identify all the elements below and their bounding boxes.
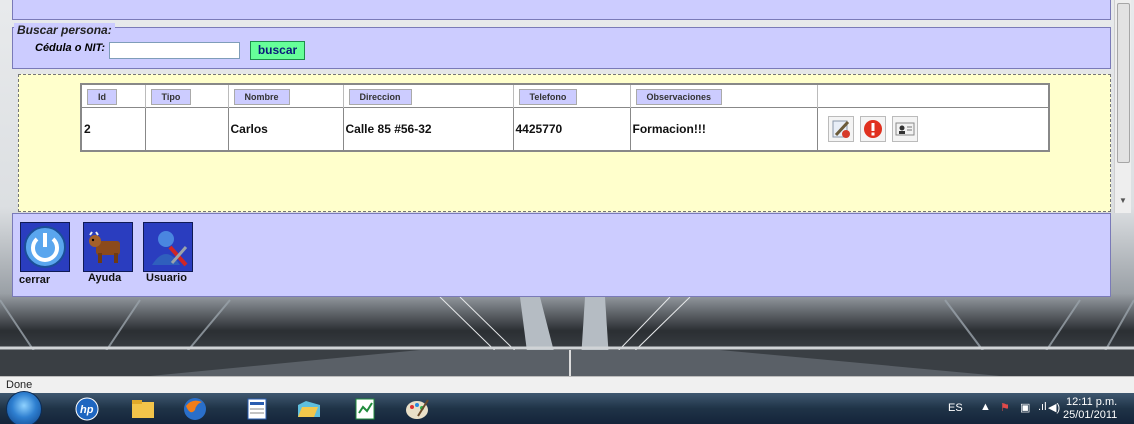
edit-icon[interactable] xyxy=(827,115,854,142)
user-tools-icon xyxy=(152,231,188,267)
action-center-icon[interactable]: ⚑ xyxy=(1000,401,1010,414)
spreadsheet-icon[interactable] xyxy=(340,395,390,422)
windows-taskbar: hp ES ▲ ⚑ ▣ .ıl ◀) 12:11 p.m. 25/01/2011 xyxy=(0,391,1134,424)
status-text: Done xyxy=(6,379,33,391)
scroll-down-arrow[interactable]: ▼ xyxy=(1119,196,1127,205)
table-header-row: Id Tipo Nombre Direccion Telefono Observ… xyxy=(80,84,1049,108)
col-header-nombre[interactable]: Nombre xyxy=(227,84,343,108)
cell-tipo xyxy=(144,107,229,151)
cell-nombre: Carlos xyxy=(227,107,344,151)
help-button[interactable] xyxy=(83,222,133,272)
scrollbar-thumb[interactable] xyxy=(1117,3,1130,163)
language-indicator[interactable]: ES xyxy=(948,402,963,414)
close-label: cerrar xyxy=(19,274,51,286)
cell-telefono: 4425770 xyxy=(512,107,631,151)
browser-status-bar: Done xyxy=(0,376,1134,393)
svg-text:hp: hp xyxy=(80,404,94,416)
network-icon[interactable]: ▣ xyxy=(1020,401,1030,414)
firefox-icon[interactable] xyxy=(170,395,220,422)
word-icon[interactable] xyxy=(232,395,282,422)
file-explorer-icon[interactable] xyxy=(118,395,168,422)
contact-card-icon[interactable] xyxy=(891,115,918,142)
power-icon xyxy=(24,226,66,268)
col-header-tipo[interactable]: Tipo xyxy=(144,84,228,108)
col-header-actions xyxy=(816,84,1049,108)
start-orb-icon[interactable] xyxy=(6,391,42,424)
close-button[interactable] xyxy=(20,222,70,272)
cell-actions xyxy=(816,107,1050,151)
id-input[interactable] xyxy=(109,42,240,59)
search-button[interactable]: buscar xyxy=(250,41,305,60)
user-label: Usuario xyxy=(146,272,187,284)
col-header-id[interactable]: Id xyxy=(80,84,145,108)
results-table: Id Tipo Nombre Direccion Telefono Observ… xyxy=(80,83,1050,152)
clock-date[interactable]: 25/01/2011 xyxy=(1063,409,1117,421)
header-strip xyxy=(12,0,1111,20)
table-row: 2 Carlos Calle 85 #56-32 4425770 Formaci… xyxy=(80,107,1050,151)
hp-icon[interactable]: hp xyxy=(62,395,112,422)
vertical-scrollbar[interactable]: ▼ xyxy=(1114,0,1131,213)
cell-id: 2 xyxy=(80,107,146,151)
volume-icon[interactable]: ◀) xyxy=(1048,401,1060,414)
cell-direccion: Calle 85 #56-32 xyxy=(342,107,514,151)
cow-icon xyxy=(89,231,120,263)
signal-icon[interactable]: .ıl xyxy=(1038,401,1047,413)
clock-time[interactable]: 12:11 p.m. xyxy=(1066,396,1117,408)
user-button[interactable] xyxy=(143,222,193,272)
id-label: Cédula o NIT: xyxy=(35,42,106,54)
search-legend: Buscar persona: xyxy=(14,23,115,37)
alert-icon[interactable] xyxy=(859,115,886,142)
help-label: Ayuda xyxy=(88,272,122,284)
col-header-observaciones[interactable]: Observaciones xyxy=(629,84,817,108)
cell-observaciones: Formacion!!! xyxy=(629,107,818,151)
col-header-direccion[interactable]: Direccion xyxy=(342,84,513,108)
show-hidden-icons-icon[interactable]: ▲ xyxy=(980,401,991,413)
col-header-telefono[interactable]: Telefono xyxy=(512,84,630,108)
paint-icon[interactable] xyxy=(392,395,442,422)
folder-icon[interactable] xyxy=(284,395,334,422)
